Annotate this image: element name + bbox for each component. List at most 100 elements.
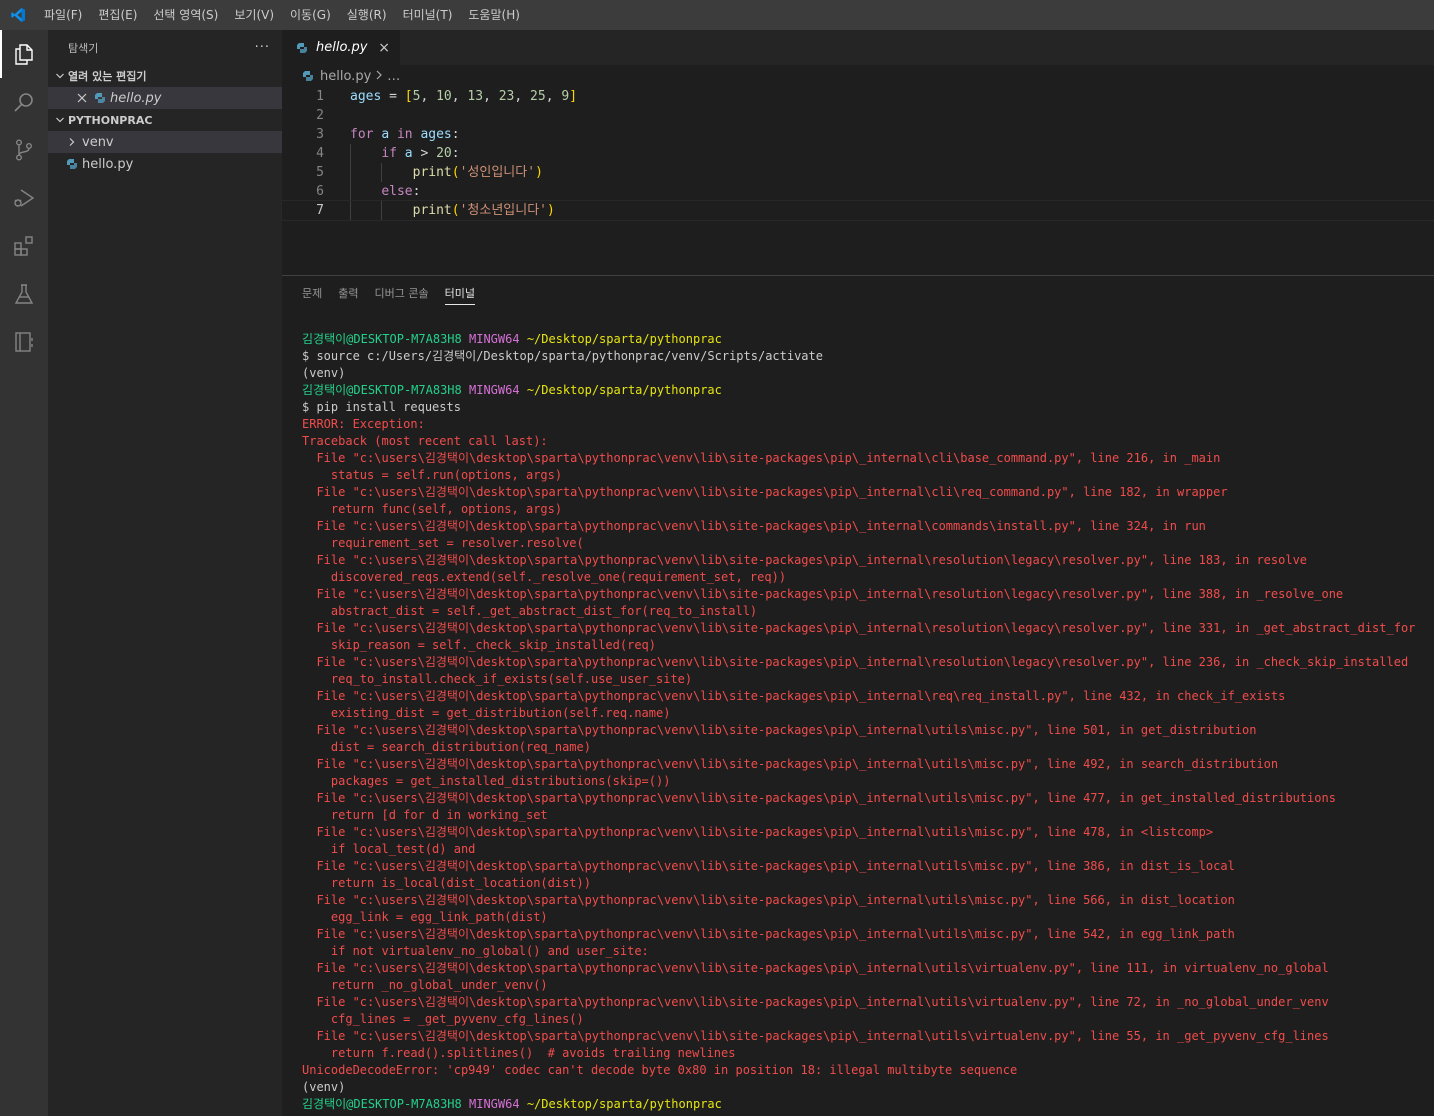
line-number: 6	[316, 184, 324, 199]
chevron-down-icon	[52, 71, 68, 81]
run-debug-icon[interactable]	[0, 174, 48, 222]
terminal-error-line: req_to_install.check_if_exists(self.use_…	[302, 672, 693, 686]
tree-item-label: hello.py	[82, 156, 134, 172]
breadcrumb-separator-icon	[375, 69, 383, 84]
terminal-error-block: ERROR: Exception: Traceback (most recent …	[302, 416, 1427, 1079]
code-line-current: 7 print('청소년입니다')	[281, 200, 1434, 221]
tab-problems[interactable]: 문제	[294, 276, 330, 311]
code-line: 5 print('성인입니다')	[282, 163, 1434, 182]
terminal-output[interactable]: 김경택이@DESKTOP-M7A83H8 MINGW64 ~/Desktop/s…	[302, 331, 1427, 1113]
panel-tabs: 문제 출력 디버그 콘솔 터미널	[282, 276, 1434, 311]
menu-view[interactable]: 보기(V)	[226, 0, 282, 30]
code-line: 3 for a in ages:	[282, 125, 1434, 144]
terminal-error-line: File "c:\users\김경택이\desktop\sparta\pytho…	[302, 485, 1228, 499]
menu-terminal[interactable]: 터미널(T)	[395, 0, 461, 30]
testing-icon[interactable]	[0, 270, 48, 318]
bottom-panel: 문제 출력 디버그 콘솔 터미널 김경택이@DESKTOP-M7A83H8 MI…	[282, 275, 1434, 1116]
terminal-prompt-line: 김경택이@DESKTOP-M7A83H8 MINGW64 ~/Desktop/s…	[302, 383, 722, 397]
title-bar: 파일(F) 편집(E) 선택 영역(S) 보기(V) 이동(G) 실행(R) 터…	[0, 0, 1434, 30]
menu-file[interactable]: 파일(F)	[36, 0, 90, 30]
open-editors-label: 열려 있는 편집기	[68, 70, 147, 83]
terminal-error-line: File "c:\users\김경택이\desktop\sparta\pytho…	[302, 689, 1286, 703]
line-number: 7	[316, 203, 324, 218]
explorer-sidebar: 탐색기 ··· 열려 있는 편집기 hello.py PYTHONPRAC ve…	[48, 30, 282, 1116]
breadcrumb-file[interactable]: hello.py	[320, 69, 371, 84]
terminal-error-line: File "c:\users\김경택이\desktop\sparta\pytho…	[302, 859, 1235, 873]
tab-terminal[interactable]: 터미널	[437, 276, 483, 311]
tab-debug-console[interactable]: 디버그 콘솔	[367, 276, 437, 311]
python-file-icon	[92, 90, 108, 106]
terminal-prompt-line: 김경택이@DESKTOP-M7A83H8 MINGW64 ~/Desktop/s…	[302, 332, 722, 346]
code-text: print('성인입니다')	[412, 165, 543, 180]
code-text: ages = [5, 10, 13, 23, 25, 9]	[350, 89, 578, 104]
terminal-error-line: File "c:\users\김경택이\desktop\sparta\pytho…	[302, 723, 1257, 737]
terminal-error-line: if not virtualenv_no_global() and user_s…	[302, 944, 649, 958]
search-icon[interactable]	[0, 78, 48, 126]
terminal-error-line: requirement_set = resolver.resolve(	[302, 536, 584, 550]
close-icon[interactable]	[74, 93, 90, 103]
terminal-error-line: File "c:\users\김경택이\desktop\sparta\pytho…	[302, 553, 1308, 567]
breadcrumb-rest[interactable]: …	[387, 69, 400, 84]
tab-hello-py[interactable]: hello.py ×	[282, 30, 400, 65]
vscode-logo-icon	[0, 0, 36, 30]
editor-area: hello.py × hello.py … 1 ages = [5, 10, 1…	[281, 30, 1434, 275]
open-editor-item[interactable]: hello.py	[48, 87, 282, 109]
chevron-down-icon	[52, 115, 68, 125]
code-line: 1 ages = [5, 10, 13, 23, 25, 9]	[282, 87, 1434, 106]
terminal-error-line: ERROR: Exception:	[302, 417, 425, 431]
code-text: for a in ages:	[350, 127, 460, 142]
terminal-error-line: return is_local(dist_location(dist))	[302, 876, 591, 890]
terminal-error-line: File "c:\users\김경택이\desktop\sparta\pytho…	[302, 961, 1329, 975]
terminal-error-line: File "c:\users\김경택이\desktop\sparta\pytho…	[302, 621, 1416, 635]
tab-output[interactable]: 출력	[330, 276, 366, 311]
terminal-error-line: return [d for d in working_set	[302, 808, 548, 822]
code-text: else:	[381, 184, 421, 199]
menu-run[interactable]: 실행(R)	[339, 0, 395, 30]
terminal-error-line: File "c:\users\김경택이\desktop\sparta\pytho…	[302, 927, 1235, 941]
terminal-error-line: File "c:\users\김경택이\desktop\sparta\pytho…	[302, 1029, 1329, 1043]
files-icon[interactable]	[0, 30, 48, 78]
menu-selection[interactable]: 선택 영역(S)	[145, 0, 226, 30]
tree-item-venv[interactable]: venv	[48, 131, 282, 153]
line-number: 5	[316, 165, 324, 180]
line-number: 4	[316, 146, 324, 161]
menu-go[interactable]: 이동(G)	[282, 0, 339, 30]
terminal-venv-line: (venv)	[302, 1080, 346, 1094]
code-editor[interactable]: 1 ages = [5, 10, 13, 23, 25, 9] 2 3 for …	[281, 87, 1434, 221]
python-file-icon	[64, 156, 80, 172]
terminal-error-line: return _no_global_under_venv()	[302, 978, 548, 992]
more-actions-icon[interactable]: ···	[255, 40, 270, 55]
menu-edit[interactable]: 편집(E)	[90, 0, 145, 30]
terminal-error-line: skip_reason = self._check_skip_installed…	[302, 638, 657, 652]
code-line: 4 if a > 20:	[282, 144, 1434, 163]
terminal-error-line: return func(self, options, args)	[302, 502, 563, 516]
project-label: PYTHONPRAC	[68, 113, 153, 127]
source-control-icon[interactable]	[0, 126, 48, 174]
terminal-error-line: File "c:\users\김경택이\desktop\sparta\pytho…	[302, 757, 1279, 771]
terminal-error-line: File "c:\users\김경택이\desktop\sparta\pytho…	[302, 587, 1344, 601]
terminal-command-line: $ pip install requests	[302, 400, 461, 414]
terminal-error-line: egg_link = egg_link_path(dist)	[302, 910, 548, 924]
extensions-icon[interactable]	[0, 222, 48, 270]
line-number: 1	[316, 89, 324, 104]
python-file-icon	[294, 40, 310, 56]
tree-item-hello-py[interactable]: hello.py	[48, 153, 282, 175]
terminal-error-line: File "c:\users\김경택이\desktop\sparta\pytho…	[302, 995, 1329, 1009]
terminal-error-line: packages = get_installed_distributions(s…	[302, 774, 671, 788]
menu-bar: 파일(F) 편집(E) 선택 영역(S) 보기(V) 이동(G) 실행(R) 터…	[36, 0, 528, 30]
tab-close-icon[interactable]: ×	[378, 40, 390, 56]
remote-explorer-icon[interactable]	[0, 318, 48, 366]
terminal-error-line: cfg_lines = _get_pyvenv_cfg_lines()	[302, 1012, 584, 1026]
terminal-error-line: return f.read().splitlines() # avoids tr…	[302, 1046, 736, 1060]
terminal-prompt-line: 김경택이@DESKTOP-M7A83H8 MINGW64 ~/Desktop/s…	[302, 1097, 722, 1111]
terminal-error-line: abstract_dist = self._get_abstract_dist_…	[302, 604, 758, 618]
terminal-error-line: existing_dist = get_distribution(self.re…	[302, 706, 671, 720]
menu-help[interactable]: 도움말(H)	[460, 0, 528, 30]
open-editors-header[interactable]: 열려 있는 편집기	[48, 65, 282, 87]
terminal-error-line: File "c:\users\김경택이\desktop\sparta\pytho…	[302, 893, 1235, 907]
code-line: 6 else:	[282, 182, 1434, 201]
project-header[interactable]: PYTHONPRAC	[48, 109, 282, 131]
terminal-error-line: File "c:\users\김경택이\desktop\sparta\pytho…	[302, 655, 1409, 669]
terminal-error-line: discovered_reqs.extend(self._resolve_one…	[302, 570, 787, 584]
sidebar-title: 탐색기	[68, 41, 99, 55]
